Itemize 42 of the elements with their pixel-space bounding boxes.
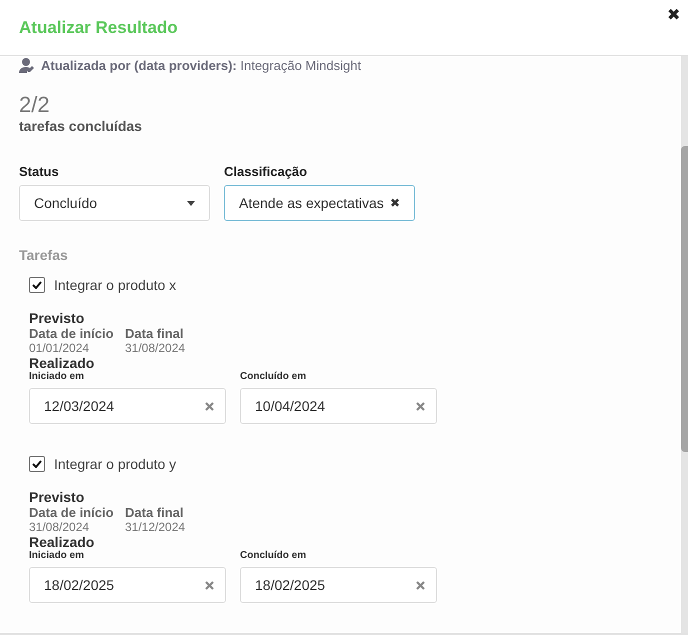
task-count: 2/2	[19, 92, 51, 118]
subsection-title: Realizado	[29, 534, 96, 550]
classification-select[interactable]: Atende as expectativas ✖	[224, 185, 415, 221]
clear-icon[interactable]	[205, 402, 214, 410]
subsection-title: Previsto	[29, 489, 86, 505]
check-icon	[32, 281, 42, 289]
field-label: Status	[19, 164, 60, 179]
clear-icon[interactable]	[416, 402, 425, 410]
user-edit-icon	[19, 58, 37, 73]
date-field[interactable]: 10/04/2024	[240, 388, 437, 424]
field-label: Iniciado em	[29, 550, 86, 561]
close-button[interactable]: ✖	[667, 8, 680, 24]
caret-icon	[187, 200, 195, 206]
date-value: 01/01/2024	[29, 341, 90, 355]
subsection-title: Realizado	[29, 355, 96, 371]
clear-icon[interactable]	[205, 580, 214, 590]
date-label: Data de início	[29, 505, 115, 520]
date-field[interactable]: 18/02/2025	[29, 567, 226, 603]
date-label: Data de início	[29, 326, 115, 341]
date-field[interactable]: 18/02/2025	[240, 567, 437, 603]
field-label: Iniciado em	[29, 371, 86, 382]
field-label: Concluído em	[240, 371, 308, 382]
date-label: Data final	[125, 505, 185, 520]
date-value: 31/08/2024	[125, 341, 186, 355]
updated-by-text: Atualizada por (data providers): Integração Mindsight	[41, 58, 362, 73]
field-label: Concluído em	[240, 550, 308, 561]
task-checkbox[interactable]: Integrar o produto x	[29, 277, 662, 293]
date-value: 31/08/2024	[29, 520, 90, 534]
clear-icon[interactable]	[416, 580, 425, 590]
date-value: 31/12/2024	[125, 520, 186, 534]
task-count-label: tarefas concluídas	[19, 118, 143, 134]
section-title: Tarefas	[19, 247, 69, 263]
dialog-title: Atualizar Resultado	[19, 18, 178, 38]
scrollbar[interactable]	[681, 56, 688, 633]
field-label: Classificação	[224, 164, 308, 179]
clear-icon[interactable]: ✖	[390, 196, 400, 210]
check-icon	[32, 460, 42, 468]
status-select[interactable]: Concluído	[19, 185, 210, 221]
task-checkbox[interactable]: Integrar o produto y	[29, 456, 662, 472]
date-field[interactable]: 12/03/2024	[29, 388, 226, 424]
date-label: Data final	[125, 326, 185, 341]
subsection-title: Previsto	[29, 310, 86, 326]
